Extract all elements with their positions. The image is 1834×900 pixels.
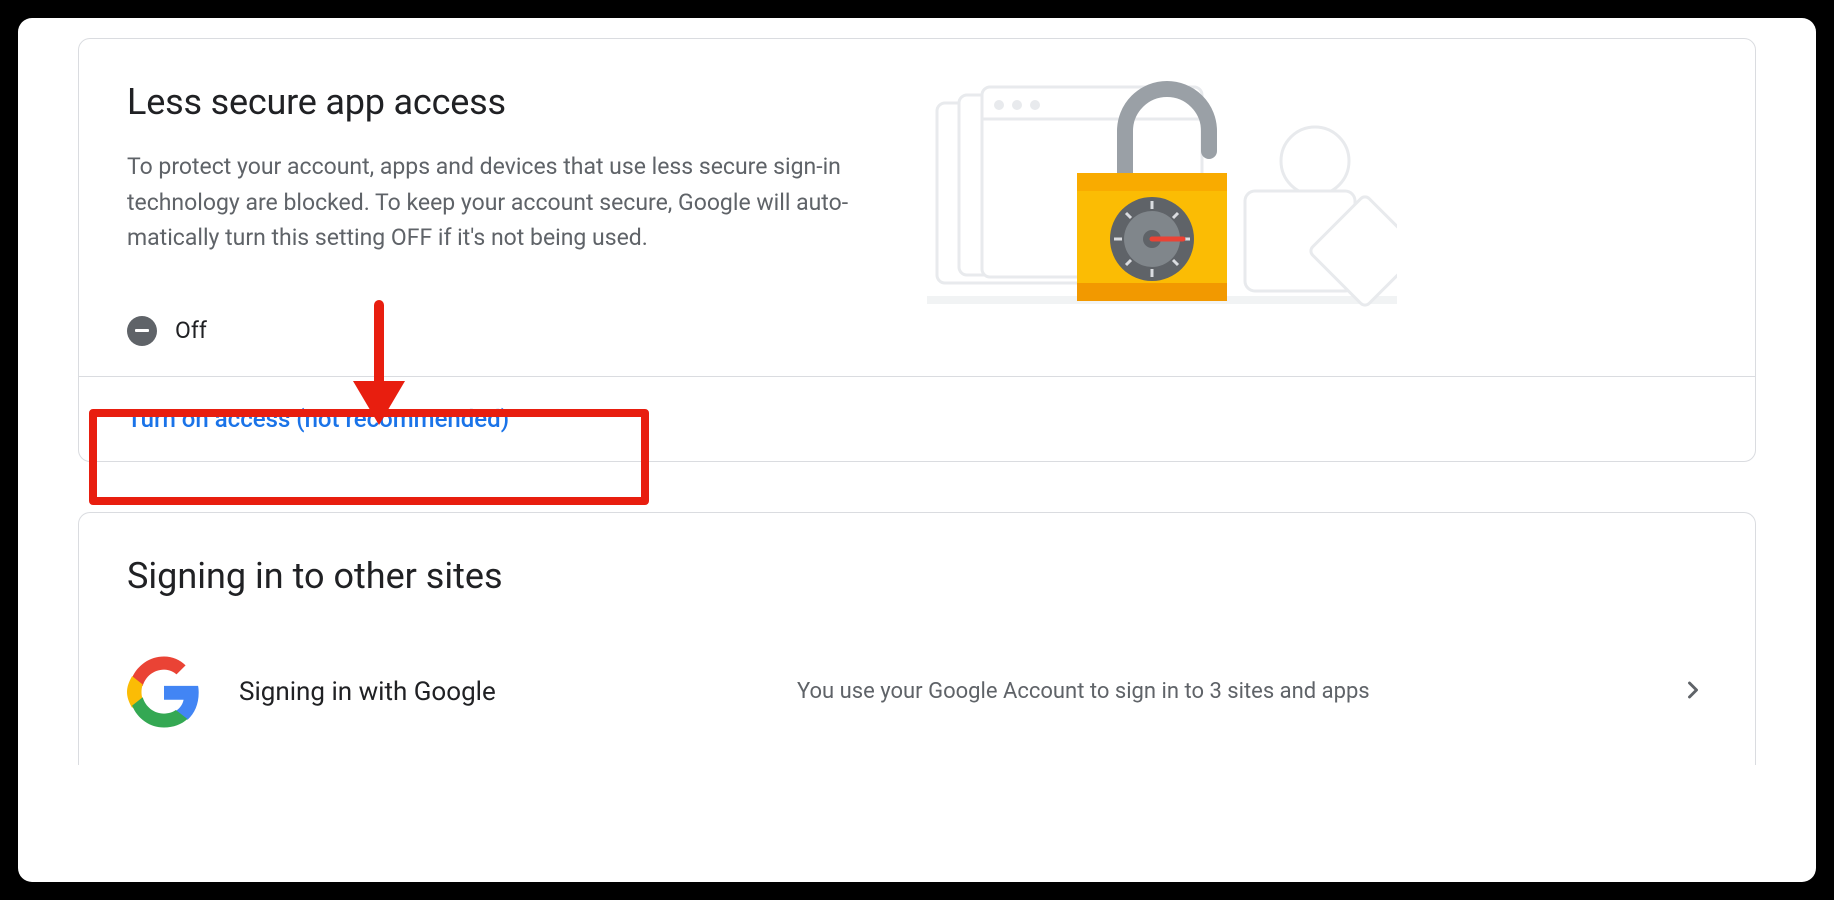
signing-in-row-label: Signing in with Google bbox=[239, 677, 759, 707]
settings-page: Less secure app access To protect your a… bbox=[18, 18, 1816, 882]
card-title: Less secure app access bbox=[127, 81, 887, 123]
signing-in-title: Signing in to other sites bbox=[79, 513, 1755, 647]
signing-in-row-description: You use your Google Account to sign in t… bbox=[797, 675, 1641, 708]
google-logo-icon bbox=[127, 655, 201, 729]
unlocked-padlock-illustration bbox=[927, 81, 1397, 321]
status-label: Off bbox=[175, 317, 207, 344]
card-top-section: Less secure app access To protect your a… bbox=[79, 39, 1755, 376]
chevron-right-icon bbox=[1679, 676, 1707, 708]
status-row: Off bbox=[127, 316, 887, 346]
off-status-icon bbox=[127, 316, 157, 346]
card-text-column: Less secure app access To protect your a… bbox=[127, 81, 887, 346]
signing-in-other-sites-card: Signing in to other sites Signing in wit… bbox=[78, 512, 1756, 765]
card-action-section: Turn on access (not recommended) bbox=[79, 376, 1755, 461]
turn-on-access-link[interactable]: Turn on access (not recommended) bbox=[79, 377, 557, 461]
less-secure-app-access-card: Less secure app access To protect your a… bbox=[78, 38, 1756, 462]
signing-in-with-google-row[interactable]: Signing in with Google You use your Goog… bbox=[79, 647, 1755, 765]
card-description: To protect your account, apps and device… bbox=[127, 149, 887, 256]
